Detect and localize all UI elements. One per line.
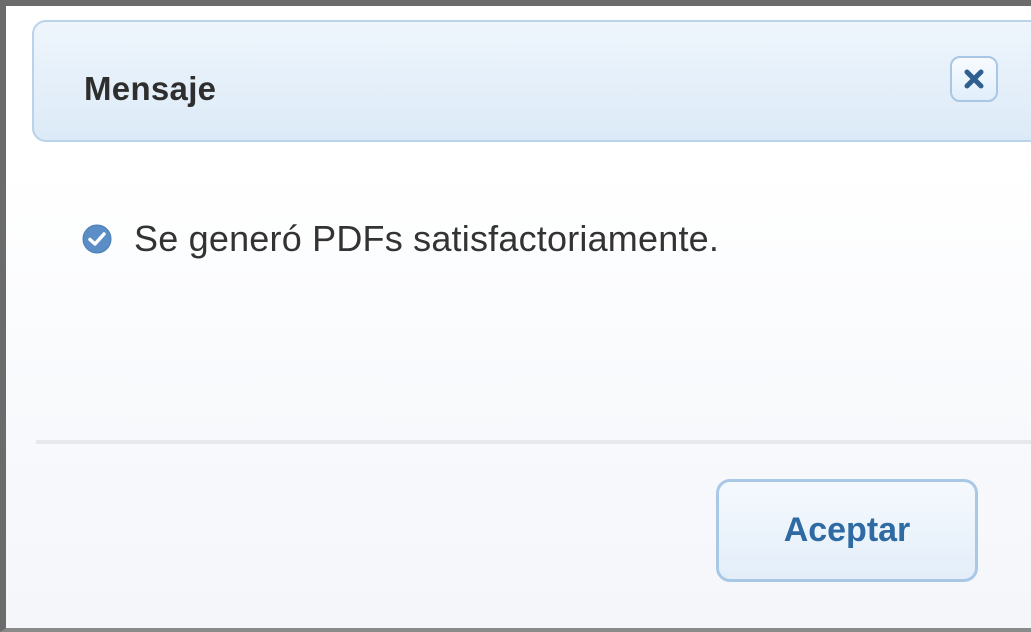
- close-icon: [964, 69, 984, 89]
- close-button[interactable]: [950, 56, 998, 102]
- accept-button[interactable]: Aceptar: [716, 479, 978, 582]
- dialog-title: Mensaje: [84, 70, 217, 107]
- dialog-titlebar: Mensaje: [32, 20, 1031, 142]
- dialog-message: Se generó PDFs satisfactoriamente.: [82, 218, 719, 260]
- check-circle-icon: [82, 224, 112, 254]
- message-text: Se generó PDFs satisfactoriamente.: [134, 218, 720, 259]
- footer-divider: [36, 440, 1031, 444]
- message-dialog: Mensaje Se generó PDFs satisfactoriament…: [0, 0, 1031, 632]
